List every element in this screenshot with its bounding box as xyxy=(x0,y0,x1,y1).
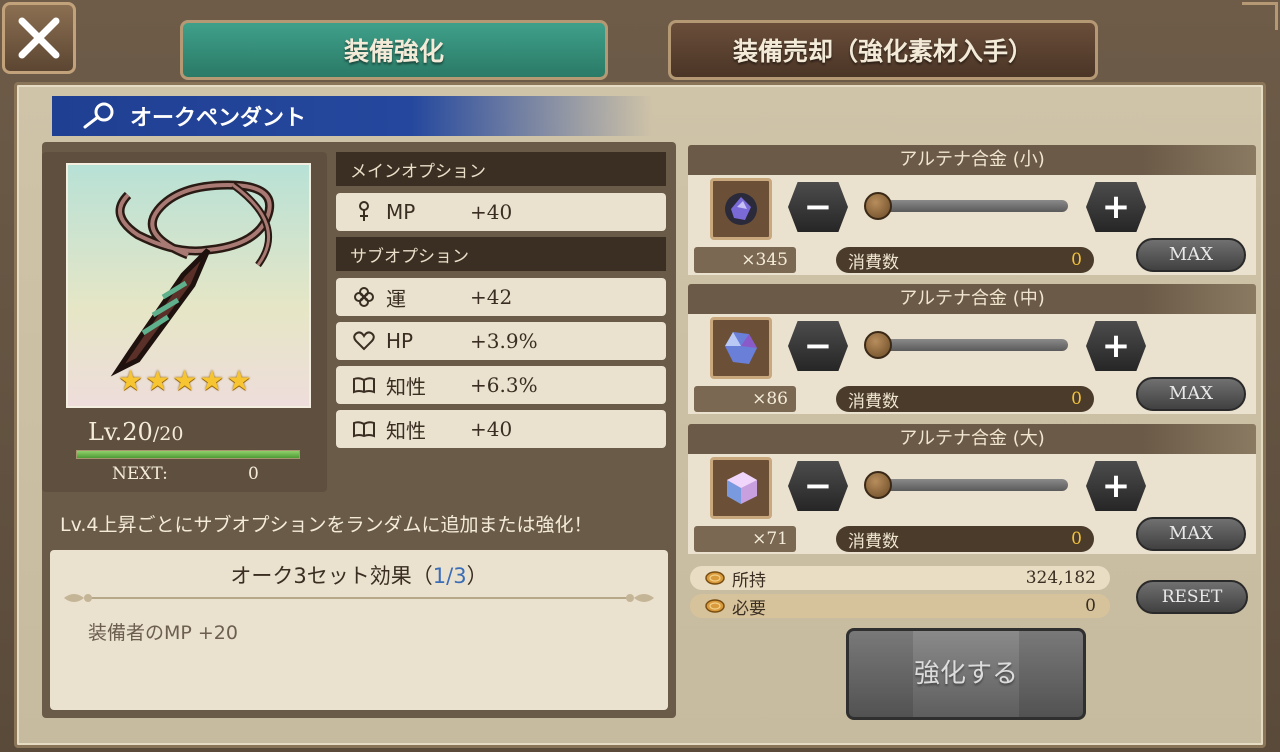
material-owned-small: ×345 xyxy=(694,247,796,273)
slider-track-large[interactable] xyxy=(876,479,1068,491)
consume-label: 消費数 xyxy=(848,391,899,412)
pendant-icon xyxy=(83,102,114,129)
slider-knob-small[interactable] xyxy=(864,192,892,220)
mp-icon xyxy=(352,201,376,223)
button-ornament xyxy=(849,631,913,717)
money-owned-row: 所持 324,182 xyxy=(690,566,1110,591)
enhance-button-label: 強化する xyxy=(913,659,1018,689)
slider-knob-large[interactable] xyxy=(864,471,892,499)
xp-bar-fill xyxy=(77,451,299,458)
material-header-large: アルテナ合金 (大) xyxy=(688,424,1256,454)
main-option-header: メインオプション xyxy=(336,152,666,186)
tab-sell[interactable]: 装備売却（強化素材入手） xyxy=(668,20,1098,80)
sub-option-row: 運 +42 xyxy=(336,278,666,316)
consume-bar-medium: 消費数 0 xyxy=(836,386,1094,412)
star-icon: ★ xyxy=(226,364,252,397)
book-icon xyxy=(352,418,376,440)
material-owned-medium: ×86 xyxy=(694,386,796,412)
next-value: 0 xyxy=(248,464,259,484)
option-name: 知性 xyxy=(386,418,426,443)
option-name: 知性 xyxy=(386,374,426,399)
material-icon-large xyxy=(710,457,772,519)
set-divider xyxy=(64,594,654,602)
coin-icon xyxy=(705,571,725,585)
material-header-medium: アルテナ合金 (中) xyxy=(688,284,1256,314)
set-count: 1/3 xyxy=(432,564,467,588)
enhance-hint: Lv.4上昇ごとにサブオプションをランダムに追加または強化！ xyxy=(60,514,593,536)
set-effect-text: 装備者のMP +20 xyxy=(88,622,238,644)
clover-icon xyxy=(352,286,376,308)
consume-value: 0 xyxy=(1071,389,1082,409)
option-value: +40 xyxy=(470,417,513,441)
star-icon: ★ xyxy=(118,364,144,397)
item-name-banner: オークペンダント xyxy=(52,96,652,136)
heart-icon xyxy=(352,330,376,352)
slider-track-medium[interactable] xyxy=(876,339,1068,351)
tab-enhance[interactable]: 装備強化 xyxy=(180,20,608,80)
minus-button-medium[interactable]: − xyxy=(788,321,848,371)
max-button-medium[interactable]: MAX xyxy=(1136,377,1246,411)
option-value: +42 xyxy=(470,285,513,309)
slider-track-small[interactable] xyxy=(876,200,1068,212)
consume-label: 消費数 xyxy=(848,252,899,273)
minus-button-large[interactable]: − xyxy=(788,461,848,511)
material-icon-medium xyxy=(710,317,772,379)
consume-bar-large: 消費数 0 xyxy=(836,526,1094,552)
money-owned-label: 所持 xyxy=(732,570,766,591)
money-required-value: 0 xyxy=(1085,596,1096,616)
close-button[interactable] xyxy=(2,2,76,74)
consume-value: 0 xyxy=(1071,250,1082,270)
plus-button-small[interactable]: + xyxy=(1086,182,1146,232)
material-header-small: アルテナ合金 (小) xyxy=(688,145,1256,175)
option-name: HP xyxy=(386,329,414,353)
plus-button-large[interactable]: + xyxy=(1086,461,1146,511)
level-max: /20 xyxy=(152,423,184,445)
sub-option-row: HP +3.9% xyxy=(336,322,666,360)
material-owned-large: ×71 xyxy=(694,526,796,552)
consume-value: 0 xyxy=(1071,529,1082,549)
material-icon-small xyxy=(710,178,772,240)
option-value: +3.9% xyxy=(470,329,538,353)
set-title-prefix: オーク3セット効果（ xyxy=(230,564,433,588)
coin-icon xyxy=(705,599,725,613)
next-label: NEXT: xyxy=(112,464,168,484)
option-value: +40 xyxy=(470,200,513,224)
sub-option-row: 知性 +6.3% xyxy=(336,366,666,404)
plus-button-medium[interactable]: + xyxy=(1086,321,1146,371)
slider-knob-medium[interactable] xyxy=(864,331,892,359)
book-icon xyxy=(352,374,376,396)
max-button-small[interactable]: MAX xyxy=(1136,238,1246,272)
level-value: Lv.20 xyxy=(88,418,153,446)
sub-option-row: 知性 +40 xyxy=(336,410,666,448)
option-name: MP xyxy=(386,200,416,224)
consume-label: 消費数 xyxy=(848,531,899,552)
star-icon: ★ xyxy=(172,364,198,397)
star-icon: ★ xyxy=(199,364,225,397)
main-option-row: MP +40 xyxy=(336,193,666,231)
reset-button[interactable]: RESET xyxy=(1136,580,1248,614)
money-owned-value: 324,182 xyxy=(1025,568,1096,588)
enhance-button[interactable]: 強化する xyxy=(846,628,1086,720)
set-bonus-title: オーク3セット効果（1/3） xyxy=(0,560,718,590)
minus-button-small[interactable]: − xyxy=(788,182,848,232)
xp-bar xyxy=(76,450,300,459)
star-icon: ★ xyxy=(145,364,171,397)
item-name: オークペンダント xyxy=(130,106,307,131)
close-icon xyxy=(18,17,60,59)
item-level: Lv.20/20 xyxy=(88,418,183,446)
money-required-row: 必要 0 xyxy=(690,594,1110,619)
corner-ornament xyxy=(1242,2,1278,30)
sub-option-header: サブオプション xyxy=(336,237,666,271)
button-ornament xyxy=(1019,631,1083,717)
set-title-suffix: ） xyxy=(466,564,488,588)
rarity-stars: ★ ★ ★ ★ ★ xyxy=(118,367,252,395)
option-name: 運 xyxy=(386,286,406,311)
max-button-large[interactable]: MAX xyxy=(1136,517,1246,551)
consume-bar-small: 消費数 0 xyxy=(836,247,1094,273)
money-required-label: 必要 xyxy=(732,598,766,619)
option-value: +6.3% xyxy=(470,373,538,397)
